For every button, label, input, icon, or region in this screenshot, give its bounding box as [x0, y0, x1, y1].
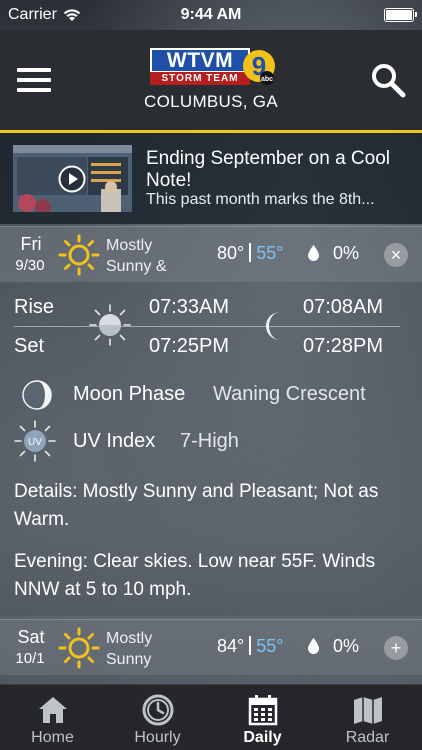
tab-home-label: Home	[31, 729, 74, 746]
uv-index-value: 7-High	[180, 430, 239, 452]
battery-icon	[384, 8, 417, 22]
bottom-tab-bar: Home Hourly Daily Radar	[0, 684, 422, 750]
status-bar: Carrier 9:44 AM	[0, 0, 422, 30]
tab-hourly[interactable]: Hourly	[105, 685, 210, 750]
tab-daily[interactable]: Daily	[210, 685, 315, 750]
moon-phase-row: Moon Phase Waning Crescent	[14, 376, 414, 416]
high-temp: 84°	[217, 636, 245, 656]
condition-text: Mostly Sunny	[106, 630, 153, 668]
day-date: 10/1	[15, 650, 45, 667]
tab-hourly-label: Hourly	[134, 729, 181, 746]
location-label: COLUMBUS, GA	[144, 92, 278, 111]
condition-text: Mostly Sunny &	[106, 237, 167, 275]
calendar-icon	[248, 695, 278, 726]
daily-row[interactable]: Fri 9/30 Mostly Sunny & 80° 55° 0% ×	[0, 226, 422, 282]
collapse-button[interactable]: ×	[384, 243, 408, 267]
expand-button[interactable]: +	[384, 636, 408, 660]
home-icon	[39, 697, 67, 723]
evening-text: Evening: Clear skies. Low near 55F. Wind…	[14, 551, 376, 600]
news-story[interactable]: Ending September on a Cool Note! This pa…	[0, 133, 422, 224]
search-icon[interactable]	[370, 62, 406, 98]
moon-phase-label: Moon Phase	[73, 383, 186, 405]
sun-icon	[58, 627, 100, 669]
day-date: 9/30	[15, 257, 45, 274]
tab-radar[interactable]: Radar	[315, 685, 420, 750]
news-video-thumbnail[interactable]	[13, 145, 132, 212]
uv-index-label: UV Index	[73, 430, 156, 452]
logo-call-letters: WTVM	[150, 48, 250, 73]
tab-daily-label: Daily	[243, 729, 282, 746]
app-header: WTVM STORM TEAM 9 abc COLUMBUS, GA	[0, 30, 422, 132]
logo-tagline: STORM TEAM	[150, 72, 250, 85]
tab-radar-label: Radar	[345, 729, 390, 746]
daily-row[interactable]: Sat 10/1 Mostly Sunny 84° 55° 0% +	[0, 619, 422, 675]
moonrise-time: 07:08AM	[303, 296, 384, 318]
temp-divider	[249, 636, 252, 655]
news-snippet: This past month marks the 8th...	[146, 191, 375, 208]
tab-home[interactable]: Home	[0, 685, 105, 750]
channel-nine-icon: 9 abc	[243, 50, 275, 85]
play-icon[interactable]	[58, 165, 86, 193]
uv-icon: UV	[14, 420, 56, 462]
sun-icon	[58, 234, 100, 276]
news-title[interactable]: Ending September on a Cool Note!	[146, 148, 416, 192]
high-temp: 80°	[217, 243, 245, 263]
temperature-range: 80° 55°	[217, 243, 283, 264]
moonset-time: 07:28PM	[303, 335, 384, 357]
menu-icon-bar	[17, 78, 51, 82]
menu-button[interactable]	[17, 68, 51, 92]
menu-icon-bar	[17, 68, 51, 72]
rise-label: Rise	[14, 296, 55, 318]
low-temp: 55°	[256, 636, 284, 656]
sunrise-time: 07:33AM	[149, 296, 230, 318]
raindrop-icon	[308, 638, 319, 654]
day-name: Fri	[20, 234, 42, 254]
crescent-moon-icon	[266, 312, 280, 340]
precip-chance: 0%	[333, 636, 360, 656]
status-time: 9:44 AM	[180, 6, 242, 23]
rise-set-divider	[14, 326, 400, 327]
station-logo: WTVM STORM TEAM 9 abc	[150, 48, 275, 88]
set-label: Set	[14, 335, 45, 357]
map-icon	[354, 697, 382, 724]
temp-divider	[249, 243, 252, 262]
uv-index-row: UV UV Index 7-High	[14, 420, 414, 462]
sunrise-sun-icon	[89, 304, 131, 346]
raindrop-icon	[308, 245, 319, 261]
uv-icon-text: UV	[28, 437, 42, 448]
details-text: Details: Mostly Sunny and Pleasant; Not …	[14, 481, 379, 530]
sunset-time: 07:25PM	[149, 335, 230, 357]
low-temp: 55°	[256, 243, 284, 263]
moon-phase-value: Waning Crescent	[213, 383, 366, 405]
logo-network: abc	[261, 76, 273, 83]
moon-phase-icon	[22, 380, 52, 410]
day-name: Sat	[17, 627, 45, 647]
day-details-panel: Rise Set 07:33AM 07:25PM 07:08AM 07:28PM…	[0, 282, 422, 616]
temperature-range: 84° 55°	[217, 636, 283, 657]
clock-icon	[142, 694, 174, 726]
precip-chance: 0%	[333, 243, 360, 263]
